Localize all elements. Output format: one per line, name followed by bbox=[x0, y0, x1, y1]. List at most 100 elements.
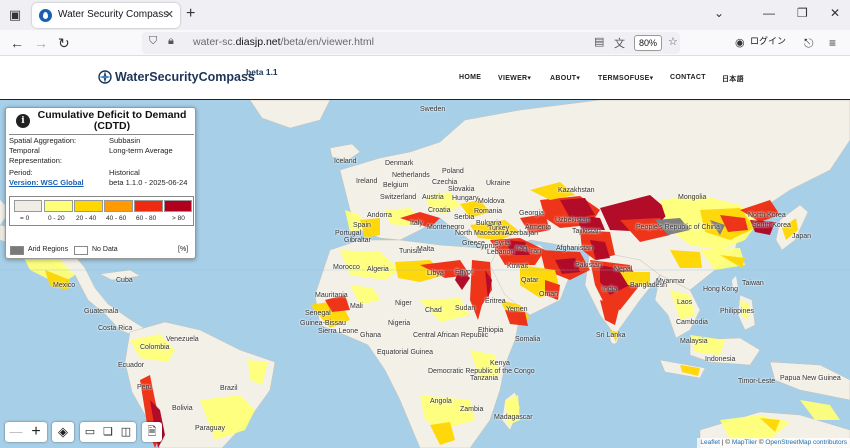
place-label: Iceland bbox=[334, 158, 357, 165]
legend-title: Cumulative Deficit to Demand (CDTD) bbox=[32, 110, 192, 132]
place-label: Egypt bbox=[455, 269, 473, 276]
translate-icon[interactable]: 文 bbox=[614, 35, 625, 51]
login-button[interactable]: ログイン bbox=[750, 34, 786, 47]
place-label: Slovakia bbox=[448, 186, 475, 193]
reload-icon[interactable]: ↻ bbox=[58, 34, 70, 52]
tab-overflow-chevron-icon[interactable]: ⌄ bbox=[714, 6, 724, 20]
version-link[interactable]: Version: WSC Global bbox=[9, 178, 84, 187]
place-label: Sri Lanka bbox=[596, 332, 626, 339]
place-label: Peru bbox=[137, 384, 152, 391]
place-label: Syria bbox=[494, 240, 510, 247]
tab-close-icon[interactable]: ✕ bbox=[165, 8, 174, 21]
period-label: Period: bbox=[9, 168, 33, 177]
place-label: Romania bbox=[474, 208, 503, 215]
scale-label: 0 - 20 bbox=[48, 215, 65, 222]
bookmark-star-icon[interactable]: ☆ bbox=[668, 35, 678, 48]
menu-japanese[interactable]: 日本語 bbox=[722, 74, 744, 84]
place-label: Italy bbox=[410, 220, 423, 227]
legend-divider bbox=[9, 134, 194, 135]
place-label: Laos bbox=[677, 299, 693, 306]
close-window-icon[interactable]: ✕ bbox=[830, 6, 840, 20]
place-label: Ireland bbox=[356, 178, 378, 185]
place-label: Angola bbox=[430, 398, 452, 405]
url-text[interactable]: water-sc.diasjp.net/beta/en/viewer.html bbox=[193, 36, 374, 48]
place-label: Poland bbox=[442, 168, 464, 175]
scale-swatch bbox=[44, 200, 73, 212]
site-header: WaterSecurityCompass beta 1.1 HOME VIEWE… bbox=[0, 57, 850, 100]
reader-view-icon[interactable]: ▤ bbox=[594, 35, 604, 48]
menu-about[interactable]: ABOUT▾ bbox=[550, 74, 580, 82]
place-label: Tanzania bbox=[470, 375, 499, 382]
place-label: Cuba bbox=[116, 277, 133, 284]
zoom-control: — + bbox=[5, 422, 47, 442]
menu-termsofuse[interactable]: TERMSOFUSE▾ bbox=[598, 74, 653, 82]
place-label: Qatar bbox=[521, 277, 539, 284]
document-download-icon[interactable]: 🗎︎ bbox=[142, 422, 162, 442]
place-label: Sweden bbox=[420, 106, 446, 113]
unit-label: [%] bbox=[178, 246, 189, 253]
browser-tab[interactable]: Water Security Compass ✕ bbox=[32, 3, 180, 28]
site-logo-text[interactable]: WaterSecurityCompass bbox=[115, 70, 255, 84]
place-label: Papua New Guinea bbox=[780, 375, 841, 382]
menu-contact[interactable]: CONTACT bbox=[670, 74, 706, 81]
place-label: Myanmar bbox=[656, 278, 686, 285]
menu-viewer[interactable]: VIEWER▾ bbox=[498, 74, 531, 82]
layers-icon[interactable]: ◈ bbox=[53, 422, 73, 442]
spatial-aggregation-value: Subbasin bbox=[109, 136, 141, 145]
legend-title-line2: (CDTD) bbox=[93, 120, 131, 132]
map-attribution: Leaflet | © MapTiler © OpenStreetMap con… bbox=[697, 438, 850, 448]
legend-panel: i Cumulative Deficit to Demand (CDTD) Sp… bbox=[5, 107, 196, 259]
place-label: Mexico bbox=[53, 282, 76, 289]
place-label: Kuwait bbox=[507, 263, 529, 270]
place-label: Hungary bbox=[452, 195, 479, 202]
zoom-out-button[interactable]: — bbox=[6, 422, 26, 442]
back-arrow-icon[interactable]: ← bbox=[10, 34, 24, 52]
account-icon[interactable]: ◉ bbox=[735, 34, 745, 52]
layout-control: ▭ ❏ ◫ bbox=[80, 422, 136, 442]
place-label: India bbox=[602, 286, 618, 293]
url-bar[interactable]: ⛉ 🔒︎ water-sc.diasjp.net/beta/en/viewer.… bbox=[142, 32, 680, 54]
leaflet-link[interactable]: Leaflet bbox=[700, 439, 720, 446]
place-label: Madagascar bbox=[494, 414, 533, 421]
new-tab-icon[interactable]: + bbox=[186, 5, 195, 23]
place-label: Afghanistan bbox=[556, 245, 593, 252]
place-label: Ukraine bbox=[486, 180, 511, 187]
minimize-icon[interactable]: — bbox=[763, 6, 775, 20]
place-label: Bolivia bbox=[172, 405, 193, 412]
place-label: Oman bbox=[539, 291, 559, 298]
place-label: Croatia bbox=[428, 207, 451, 214]
compass-logo-icon bbox=[98, 70, 112, 84]
shield-icon[interactable]: ⛉ bbox=[149, 35, 157, 48]
info-icon[interactable]: i bbox=[16, 114, 30, 128]
split-view-icon[interactable]: ◫ bbox=[116, 422, 136, 442]
place-label: Tajikistan bbox=[572, 228, 601, 235]
place-label: Denmark bbox=[385, 160, 414, 167]
browser-tab-bar: ▣ Water Security Compass ✕ + ⌄ — ❐ ✕ bbox=[0, 0, 850, 30]
place-label: Eritrea bbox=[485, 298, 506, 305]
layers-control: ◈ bbox=[52, 422, 74, 442]
place-label: Lebanon bbox=[487, 249, 515, 256]
menu-home[interactable]: HOME bbox=[459, 74, 481, 81]
period-value: Historical bbox=[109, 168, 140, 177]
place-label: Ethiopia bbox=[478, 327, 504, 334]
restore-icon[interactable]: ❐ bbox=[797, 6, 808, 20]
place-label: Senegal bbox=[305, 310, 331, 317]
place-label: Democratic Republic of the Congo bbox=[428, 368, 535, 375]
osm-link[interactable]: OpenStreetMap contributors bbox=[765, 439, 847, 446]
place-label: Mauritania bbox=[315, 292, 348, 299]
maptiler-link[interactable]: MapTiler bbox=[732, 439, 757, 446]
lock-icon[interactable]: 🔒︎ bbox=[168, 35, 174, 48]
extensions-icon[interactable]: ⎋ bbox=[804, 34, 814, 52]
place-label: Niger bbox=[395, 300, 412, 307]
place-label: Netherlands bbox=[392, 172, 430, 179]
place-label: Indonesia bbox=[705, 356, 736, 363]
tab-title: Water Security Compass bbox=[58, 9, 169, 20]
overlay-view-icon[interactable]: ❏ bbox=[98, 422, 118, 442]
single-view-icon[interactable]: ▭ bbox=[80, 422, 100, 442]
place-label: Switzerland bbox=[380, 194, 417, 201]
tab-list-icon[interactable]: ▣ bbox=[6, 6, 24, 24]
app-menu-icon[interactable]: ≡ bbox=[829, 34, 836, 52]
zoom-in-button[interactable]: + bbox=[26, 422, 46, 442]
forward-arrow-icon[interactable]: → bbox=[34, 34, 48, 52]
zoom-level-badge[interactable]: 80% bbox=[634, 35, 662, 51]
